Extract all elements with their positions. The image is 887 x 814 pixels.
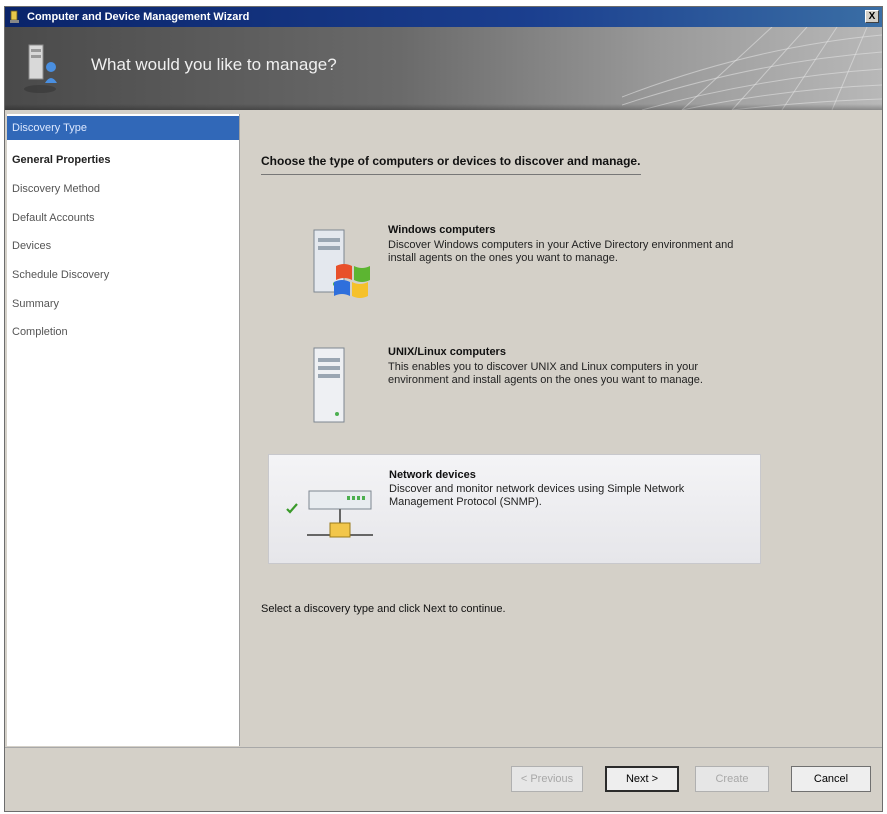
- unix-computer-icon: [313, 347, 345, 423]
- next-button[interactable]: Next >: [605, 766, 679, 792]
- option-windows-computers[interactable]: Windows computers Discover Windows compu…: [268, 208, 761, 318]
- globe-grid-graphic: [622, 27, 882, 110]
- windows-computer-icon: [313, 229, 370, 298]
- option-description: Discover Windows computers in your Activ…: [388, 239, 734, 264]
- sidebar-item-summary[interactable]: Summary: [7, 292, 239, 316]
- network-device-icon: [307, 490, 373, 538]
- sidebar-item-general-properties[interactable]: General Properties: [7, 148, 239, 172]
- window-title: Computer and Device Management Wizard: [27, 11, 250, 23]
- option-title: UNIX/Linux computers: [388, 346, 506, 358]
- header-banner: What would you like to manage?: [5, 27, 882, 110]
- hint-text: Select a discovery type and click Next t…: [261, 603, 506, 615]
- sidebar-item-schedule-discovery[interactable]: Schedule Discovery: [7, 263, 239, 287]
- option-description: This enables you to discover UNIX and Li…: [388, 361, 703, 386]
- option-network-devices[interactable]: Network devices Discover and monitor net…: [268, 454, 761, 564]
- wizard-window: Computer and Device Management Wizard X: [4, 6, 883, 812]
- option-title: Windows computers: [388, 224, 496, 236]
- header-heading: What would you like to manage?: [91, 55, 337, 74]
- option-unix-linux-computers[interactable]: UNIX/Linux computers This enables you to…: [268, 330, 761, 440]
- footer-bar: < Previous Next > Create Cancel: [5, 747, 882, 811]
- checkmark-icon: [286, 503, 298, 514]
- previous-button[interactable]: < Previous: [511, 766, 583, 792]
- instruction-divider: [261, 174, 641, 175]
- cancel-button[interactable]: Cancel: [791, 766, 871, 792]
- title-bar[interactable]: Computer and Device Management Wizard X: [5, 7, 882, 27]
- sidebar-item-completion[interactable]: Completion: [7, 320, 239, 344]
- sidebar-item-devices[interactable]: Devices: [7, 234, 239, 258]
- option-title: Network devices: [389, 469, 476, 481]
- steps-sidebar: Discovery Type General Properties Discov…: [7, 114, 240, 746]
- option-description: Discover and monitor network devices usi…: [389, 483, 685, 508]
- sidebar-item-discovery-method[interactable]: Discovery Method: [7, 177, 239, 201]
- app-icon: [10, 10, 19, 23]
- sidebar-item-default-accounts[interactable]: Default Accounts: [7, 206, 239, 230]
- wizard-computer-icon: [24, 44, 57, 93]
- create-button[interactable]: Create: [695, 766, 769, 792]
- sidebar-item-discovery-type[interactable]: Discovery Type: [7, 116, 239, 140]
- close-button[interactable]: X: [865, 10, 879, 23]
- main-content: Choose the type of computers or devices …: [240, 110, 882, 747]
- instruction-text: Choose the type of computers or devices …: [261, 154, 641, 168]
